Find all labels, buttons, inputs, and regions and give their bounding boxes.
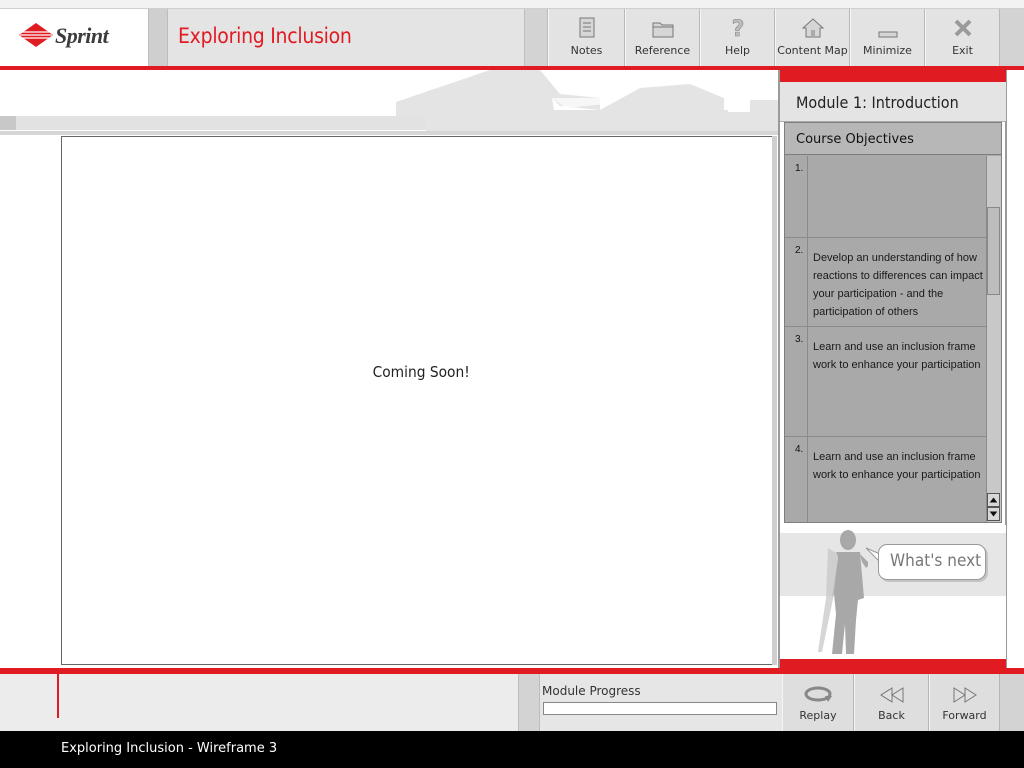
objective-number: 2. bbox=[785, 238, 808, 326]
minimize-button[interactable]: Minimize bbox=[850, 9, 925, 66]
objective-text: Develop an understanding of how reaction… bbox=[813, 252, 983, 318]
objective-item: 3. Learn and use an inclusion frame work… bbox=[785, 327, 986, 437]
help-label: Help bbox=[724, 44, 751, 57]
objective-number: 3. bbox=[785, 327, 808, 436]
objective-text: Learn and use an inclusion frame work to… bbox=[813, 341, 981, 371]
side-panel-accent-bottom bbox=[780, 659, 1006, 668]
back-button[interactable]: Back bbox=[854, 674, 929, 731]
scroll-down-arrow-icon[interactable] bbox=[987, 507, 1000, 521]
replay-icon bbox=[804, 686, 832, 702]
close-icon bbox=[954, 19, 971, 37]
house-icon bbox=[801, 18, 824, 38]
logo-text: Sprint bbox=[55, 23, 109, 48]
status-bar-title: Exploring Inclusion - Wireframe 3 bbox=[61, 741, 278, 756]
header-end-cap bbox=[1000, 9, 1024, 66]
footer-red-marker bbox=[57, 674, 59, 718]
reference-label: Reference bbox=[634, 44, 691, 57]
header-divider bbox=[148, 9, 168, 66]
course-title: Exploring Inclusion bbox=[178, 24, 352, 48]
objective-number: 1. bbox=[785, 156, 808, 237]
objectives-header-label: Course Objectives bbox=[796, 132, 914, 147]
module-title: Module 1: Introduction bbox=[796, 93, 959, 112]
rewind-icon bbox=[879, 687, 903, 703]
objective-item: 4. Learn and use an inclusion frame work… bbox=[785, 437, 986, 522]
module-progress-bar bbox=[543, 702, 777, 715]
reference-button[interactable]: Reference bbox=[625, 9, 700, 66]
svg-text:?: ? bbox=[731, 17, 744, 41]
content-frame-shadow bbox=[772, 136, 777, 665]
minimize-icon bbox=[878, 31, 897, 38]
objective-text bbox=[813, 167, 985, 231]
exit-label: Exit bbox=[952, 44, 973, 57]
scroll-up-arrow-icon[interactable] bbox=[987, 493, 1000, 507]
forward-button[interactable]: Forward bbox=[929, 674, 1000, 731]
header-top-line bbox=[0, 0, 1024, 9]
help-button[interactable]: ? Help bbox=[700, 9, 775, 66]
back-label: Back bbox=[878, 709, 905, 722]
objective-number: 4. bbox=[785, 437, 808, 522]
footer-divider bbox=[518, 674, 540, 731]
footer-end-cap bbox=[1000, 674, 1024, 731]
objective-item: 2. Develop an understanding of how react… bbox=[785, 238, 986, 327]
content-map-button[interactable]: Content Map bbox=[775, 9, 850, 66]
question-icon: ? bbox=[731, 17, 744, 41]
content-map-label: Content Map bbox=[777, 44, 848, 57]
objective-text: Learn and use an inclusion frame work to… bbox=[813, 451, 981, 481]
fast-forward-icon bbox=[953, 687, 977, 703]
module-progress-label: Module Progress bbox=[542, 684, 641, 698]
forward-label: Forward bbox=[942, 709, 987, 722]
sprint-logo-icon bbox=[19, 23, 53, 47]
notes-icon bbox=[579, 17, 594, 38]
folder-icon bbox=[652, 22, 673, 38]
content-frame bbox=[61, 136, 775, 665]
scrollbar-thumb[interactable] bbox=[987, 207, 1000, 295]
replay-button[interactable]: Replay bbox=[782, 674, 854, 731]
minimize-label: Minimize bbox=[863, 44, 912, 57]
notes-button[interactable]: Notes bbox=[548, 9, 625, 66]
replay-label: Replay bbox=[799, 709, 837, 722]
header-divider bbox=[524, 9, 548, 66]
coming-soon-message: Coming Soon! bbox=[372, 363, 470, 381]
objective-item: 1. bbox=[785, 156, 986, 238]
notes-label: Notes bbox=[570, 44, 603, 57]
side-panel-accent-top bbox=[780, 70, 1006, 82]
exit-button[interactable]: Exit bbox=[925, 9, 1000, 66]
whats-next-label: What's next bbox=[890, 551, 982, 571]
person-silhouette-icon bbox=[818, 530, 868, 654]
banner-graphic bbox=[0, 70, 778, 132]
